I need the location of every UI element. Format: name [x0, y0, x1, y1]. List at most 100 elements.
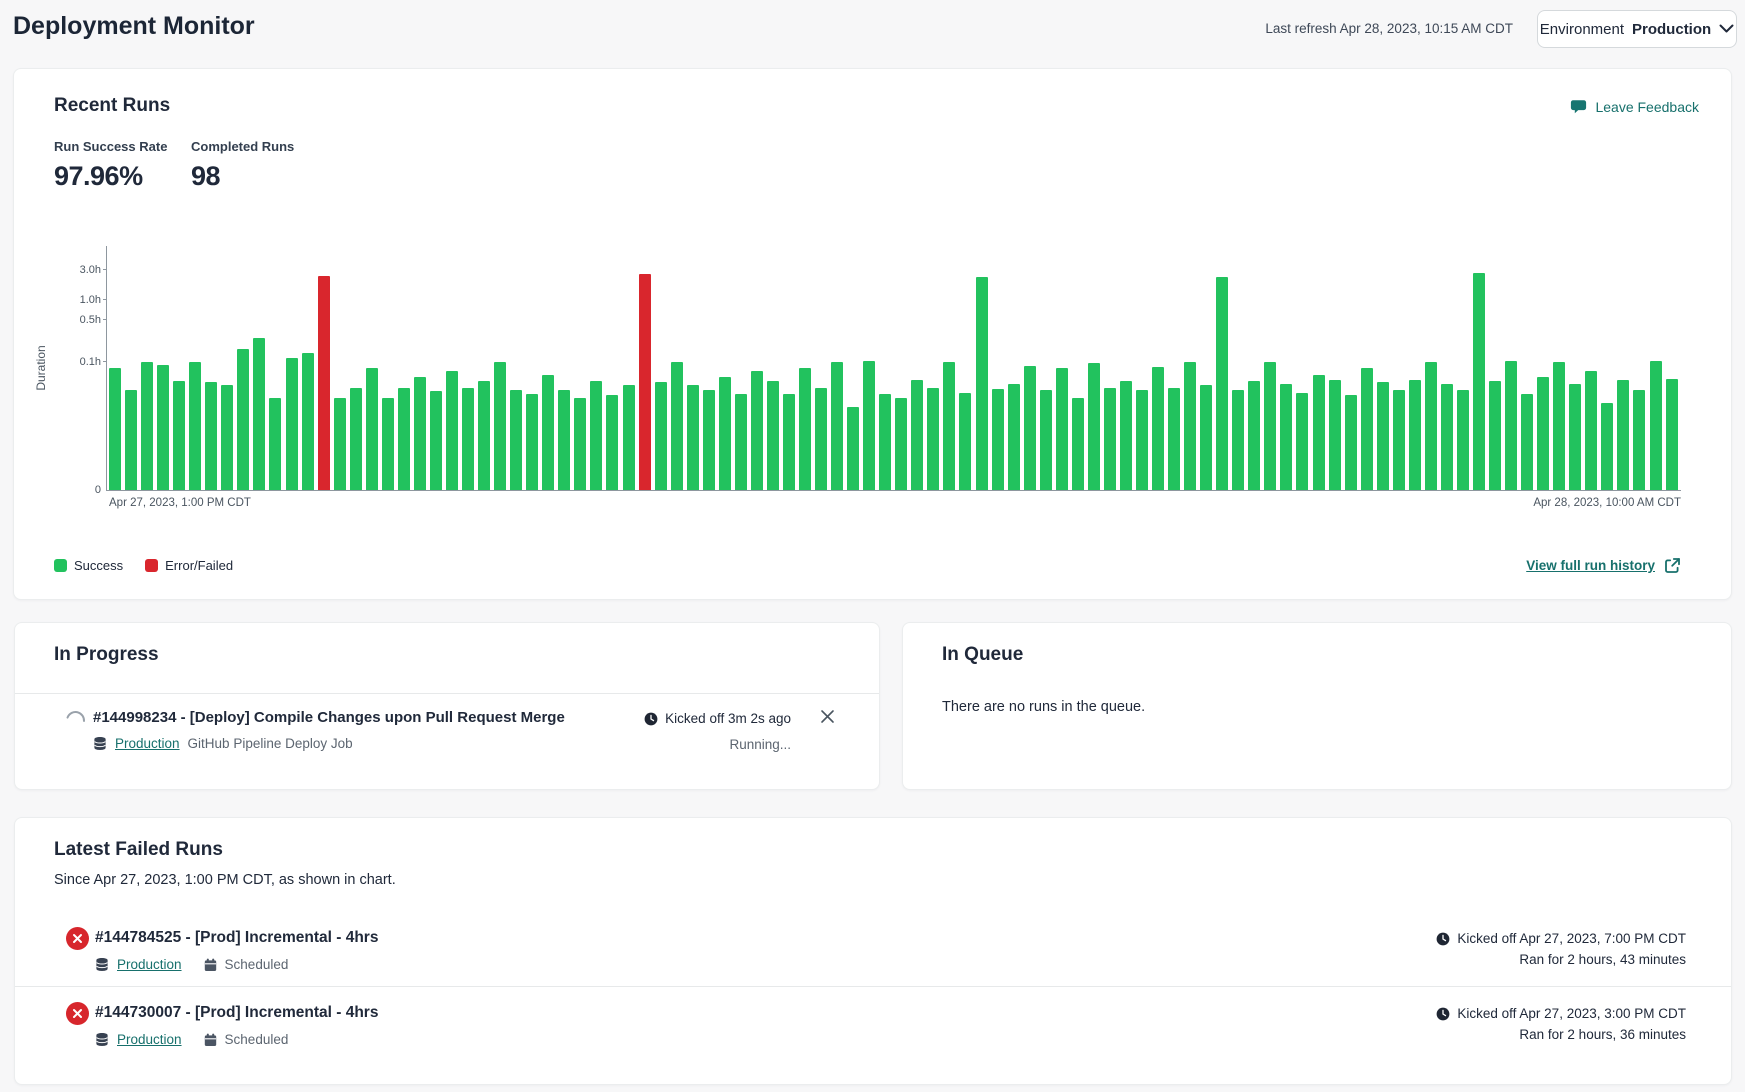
chart-bar[interactable] [863, 361, 875, 490]
chart-bar[interactable] [109, 368, 121, 490]
chart-bar[interactable] [446, 371, 458, 490]
chart-bar[interactable] [1505, 361, 1517, 490]
chart-bar[interactable] [1425, 362, 1437, 490]
chart-bar[interactable] [783, 394, 795, 490]
chart-bar[interactable] [831, 362, 843, 490]
chart-bar[interactable] [606, 395, 618, 490]
chart-bar[interactable] [1296, 393, 1308, 490]
chart-bar[interactable] [237, 349, 249, 490]
chart-bar[interactable] [1617, 380, 1629, 490]
chart-bar[interactable] [125, 390, 137, 490]
chart-bar[interactable] [1152, 367, 1164, 490]
chart-bar[interactable] [623, 385, 635, 490]
chart-bar[interactable] [943, 362, 955, 490]
chart-bar[interactable] [1329, 380, 1341, 490]
chart-bar[interactable] [1072, 398, 1084, 490]
chart-bar[interactable] [1650, 361, 1662, 490]
chart-bar[interactable] [269, 398, 281, 490]
chart-bar[interactable] [959, 393, 971, 490]
chart-bar[interactable] [1521, 394, 1533, 490]
chart-bar[interactable] [253, 338, 265, 490]
chart-bar[interactable] [286, 358, 298, 490]
chart-bar[interactable] [767, 381, 779, 490]
close-icon[interactable] [820, 709, 835, 724]
chart-bar[interactable] [1585, 371, 1597, 490]
chart-bar[interactable] [350, 388, 362, 490]
chart-bar[interactable] [478, 381, 490, 490]
chart-bar[interactable] [992, 389, 1004, 490]
chart-bar[interactable] [639, 274, 651, 490]
chart-bar[interactable] [1489, 381, 1501, 490]
chart-bar[interactable] [1537, 377, 1549, 490]
chart-bar[interactable] [1136, 390, 1148, 490]
chart-bar[interactable] [927, 388, 939, 490]
chart-bar[interactable] [574, 398, 586, 490]
chart-bar[interactable] [1232, 390, 1244, 490]
chart-bar[interactable] [1409, 380, 1421, 490]
environment-link[interactable]: Production [117, 1032, 182, 1047]
chart-bar[interactable] [1553, 362, 1565, 490]
chart-bar[interactable] [526, 394, 538, 490]
chart-bar[interactable] [334, 398, 346, 490]
chart-bar[interactable] [1361, 368, 1373, 490]
chart-bar[interactable] [976, 277, 988, 490]
chart-bar[interactable] [189, 362, 201, 490]
environment-link[interactable]: Production [117, 957, 182, 972]
chart-bar[interactable] [1104, 388, 1116, 490]
chart-bar[interactable] [1377, 382, 1389, 490]
chart-bar[interactable] [1216, 277, 1228, 490]
chart-bar[interactable] [879, 394, 891, 490]
leave-feedback-button[interactable]: Leave Feedback [1570, 99, 1699, 115]
chart-bar[interactable] [590, 381, 602, 490]
chart-bar[interactable] [366, 368, 378, 490]
chart-bar[interactable] [1184, 362, 1196, 490]
chart-bar[interactable] [1008, 384, 1020, 490]
chart-bar[interactable] [1457, 390, 1469, 490]
chart-bar[interactable] [398, 388, 410, 490]
chart-bar[interactable] [302, 353, 314, 490]
chart-bar[interactable] [1280, 384, 1292, 490]
chart-bar[interactable] [430, 391, 442, 490]
chart-bar[interactable] [173, 381, 185, 490]
environment-dropdown[interactable]: Environment Production [1537, 10, 1737, 48]
environment-link[interactable]: Production [115, 736, 180, 751]
chart-bar[interactable] [1088, 363, 1100, 490]
chart-bar[interactable] [462, 388, 474, 490]
chart-bar[interactable] [1168, 388, 1180, 490]
chart-bar[interactable] [719, 377, 731, 490]
chart-bar[interactable] [815, 388, 827, 490]
chart-bar[interactable] [687, 385, 699, 490]
chart-bar[interactable] [542, 375, 554, 490]
chart-bar[interactable] [1248, 381, 1260, 490]
chart-bar[interactable] [1264, 362, 1276, 490]
chart-bar[interactable] [911, 380, 923, 490]
chart-bar[interactable] [1393, 390, 1405, 490]
chart-bar[interactable] [382, 398, 394, 490]
chart-bar[interactable] [847, 407, 859, 490]
chart-bar[interactable] [1666, 379, 1678, 490]
chart-bar[interactable] [318, 276, 330, 490]
chart-bar[interactable] [895, 398, 907, 490]
chart-bar[interactable] [1345, 395, 1357, 490]
chart-bar[interactable] [1441, 384, 1453, 490]
chart-bar[interactable] [799, 368, 811, 490]
chart-bar[interactable] [141, 362, 153, 490]
chart-bar[interactable] [1024, 366, 1036, 490]
chart-bar[interactable] [655, 382, 667, 490]
chart-bar[interactable] [1601, 403, 1613, 490]
chart-bar[interactable] [414, 377, 426, 490]
chart-bar[interactable] [494, 362, 506, 490]
view-full-run-history-link[interactable]: View full run history [1526, 557, 1681, 574]
chart-bar[interactable] [1056, 368, 1068, 490]
chart-bar[interactable] [1200, 385, 1212, 490]
chart-bar[interactable] [703, 390, 715, 490]
chart-bar[interactable] [671, 362, 683, 490]
chart-bar[interactable] [1569, 384, 1581, 490]
chart-bar[interactable] [1313, 375, 1325, 490]
chart-bar[interactable] [157, 365, 169, 490]
chart-bar[interactable] [1633, 390, 1645, 490]
chart-bar[interactable] [1473, 273, 1485, 490]
chart-bar[interactable] [510, 390, 522, 490]
chart-bar[interactable] [1040, 390, 1052, 490]
chart-bar[interactable] [751, 371, 763, 490]
